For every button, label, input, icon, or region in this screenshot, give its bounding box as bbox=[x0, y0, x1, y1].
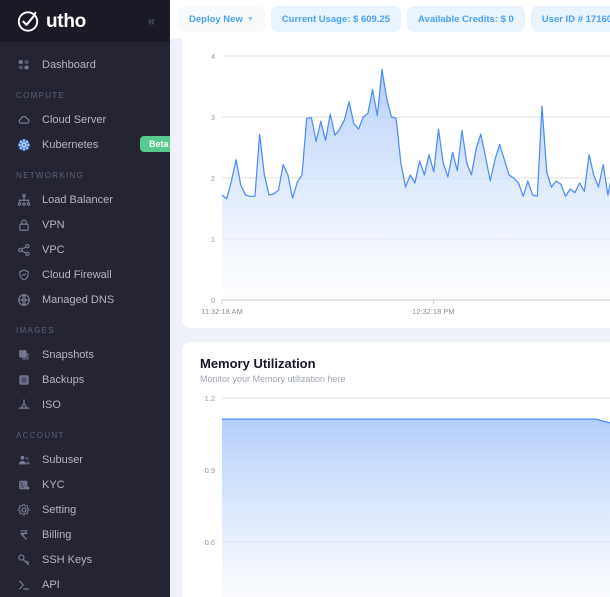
sidebar-section-label-networking: NETWORKING bbox=[16, 171, 85, 180]
svg-text:1.2: 1.2 bbox=[205, 394, 215, 403]
share-nodes-icon bbox=[16, 242, 31, 257]
sidebar-item-api[interactable]: API bbox=[0, 572, 170, 597]
svg-text:2: 2 bbox=[211, 174, 215, 183]
app-root: utho « Dashboard COMPUTE Cloud Server Kuber… bbox=[0, 0, 610, 597]
cloud-icon bbox=[16, 112, 31, 127]
memory-card-title: Memory Utilization bbox=[200, 356, 316, 371]
sidebar-item-label: Kubernetes bbox=[42, 138, 99, 151]
beta-badge: Beta bbox=[140, 136, 170, 152]
rupee-icon bbox=[16, 527, 31, 542]
gear-icon bbox=[16, 502, 31, 517]
snapshot-copy-icon bbox=[16, 347, 31, 362]
sidebar-item-load-balancer[interactable]: Load Balancer bbox=[0, 187, 170, 212]
memory-utilization-card: Memory Utilization Monitor your Memory u… bbox=[182, 342, 610, 597]
key-icon bbox=[16, 552, 31, 567]
brand-name: utho bbox=[46, 10, 86, 32]
sidebar: utho « Dashboard COMPUTE Cloud Server Kuber… bbox=[0, 0, 170, 597]
sidebar-item-label: API bbox=[42, 578, 60, 591]
sidebar-item-ssh-keys[interactable]: SSH Keys bbox=[0, 547, 170, 572]
pill-label: Current Usage: $ 609.25 bbox=[281, 13, 391, 25]
terminal-prompt-icon bbox=[16, 577, 31, 592]
topbar-pill-deploy-new[interactable]: Deploy New ▼ bbox=[178, 6, 265, 32]
id-card-icon bbox=[16, 477, 31, 492]
pill-label: Available Credits: $ 0 bbox=[418, 13, 514, 25]
lock-icon bbox=[16, 217, 31, 232]
svg-text:4: 4 bbox=[211, 52, 215, 61]
cpu-utilization-card: 0123411:32:18 AM12:32:18 PM13:32:18 PM bbox=[182, 38, 610, 328]
sidebar-item-kubernetes[interactable]: Kubernetes Beta bbox=[0, 132, 170, 157]
pill-label: Deploy New bbox=[189, 13, 243, 25]
svg-text:11:32:18 AM: 11:32:18 AM bbox=[201, 307, 243, 316]
sidebar-item-label: Setting bbox=[42, 503, 77, 516]
topbar-pill-current-usage-609-25[interactable]: Current Usage: $ 609.25 bbox=[270, 6, 402, 32]
svg-text:3: 3 bbox=[211, 113, 215, 122]
topbar: Deploy New ▼ Current Usage: $ 609.25 Availa… bbox=[170, 0, 610, 38]
main-area: Deploy New ▼ Current Usage: $ 609.25 Availa… bbox=[170, 0, 610, 597]
sidebar-item-kyc[interactable]: KYC bbox=[0, 472, 170, 497]
sidebar-item-dashboard[interactable]: Dashboard bbox=[0, 52, 170, 77]
grid-dashboard-icon bbox=[16, 57, 31, 72]
brand-logo[interactable]: utho bbox=[16, 8, 86, 34]
sidebar-item-label: SSH Keys bbox=[42, 553, 93, 566]
svg-text:12:32:18 PM: 12:32:18 PM bbox=[412, 307, 455, 316]
sidebar-item-label: Subuser bbox=[42, 453, 83, 466]
topbar-pill-user-id-17160[interactable]: User ID # 17160. bbox=[530, 6, 610, 32]
users-icon bbox=[16, 452, 31, 467]
sidebar-item-label: ISO bbox=[42, 398, 61, 411]
sidebar-item-vpc[interactable]: VPC bbox=[0, 237, 170, 262]
sidebar-nav: Dashboard COMPUTE Cloud Server Kubernetes Be… bbox=[0, 42, 170, 597]
svg-text:0.6: 0.6 bbox=[205, 538, 215, 547]
svg-text:0: 0 bbox=[211, 296, 215, 305]
sidebar-item-setting[interactable]: Setting bbox=[0, 497, 170, 522]
sidebar-item-iso[interactable]: ISO bbox=[0, 392, 170, 417]
sidebar-item-managed-dns[interactable]: Managed DNS bbox=[0, 287, 170, 312]
svg-text:0.9: 0.9 bbox=[205, 466, 215, 475]
sidebar-item-snapshots[interactable]: Snapshots bbox=[0, 342, 170, 367]
sidebar-item-backups[interactable]: Backups bbox=[0, 367, 170, 392]
sidebar-item-label: Managed DNS bbox=[42, 293, 115, 306]
sidebar-item-label: Cloud Server bbox=[42, 113, 107, 126]
sidebar-item-label: Load Balancer bbox=[42, 193, 113, 206]
chevron-double-left-icon[interactable]: « bbox=[148, 15, 155, 28]
sidebar-section-label-compute: COMPUTE bbox=[16, 91, 66, 100]
sidebar-item-billing[interactable]: Billing bbox=[0, 522, 170, 547]
memory-card-subtitle: Monitor your Memory utilization here bbox=[200, 374, 346, 384]
backup-box-icon bbox=[16, 372, 31, 387]
load-balancer-icon bbox=[16, 192, 31, 207]
sidebar-item-label: VPN bbox=[42, 218, 65, 231]
content-scroll[interactable]: 0123411:32:18 AM12:32:18 PM13:32:18 PM M… bbox=[170, 38, 610, 597]
sidebar-item-label: KYC bbox=[42, 478, 65, 491]
kubernetes-helm-icon bbox=[16, 137, 31, 152]
sidebar-item-vpn[interactable]: VPN bbox=[0, 212, 170, 237]
sidebar-item-label: Billing bbox=[42, 528, 72, 541]
sidebar-section-label-images: IMAGES bbox=[16, 326, 55, 335]
firewall-shield-icon bbox=[16, 267, 31, 282]
cpu-chart[interactable]: 0123411:32:18 AM12:32:18 PM13:32:18 PM bbox=[182, 38, 610, 328]
topbar-pill-available-credits-0[interactable]: Available Credits: $ 0 bbox=[407, 6, 525, 32]
sidebar-item-cloud-server[interactable]: Cloud Server bbox=[0, 107, 170, 132]
check-circle-logo-icon bbox=[16, 8, 42, 34]
sidebar-item-label: Dashboard bbox=[42, 58, 96, 71]
sidebar-item-subuser[interactable]: Subuser bbox=[0, 447, 170, 472]
sidebar-item-label: Cloud Firewall bbox=[42, 268, 112, 281]
sidebar-item-label: VPC bbox=[42, 243, 65, 256]
chevron-down-icon: ▼ bbox=[246, 15, 254, 23]
globe-icon bbox=[16, 292, 31, 307]
sidebar-item-label: Snapshots bbox=[42, 348, 94, 361]
pill-label: User ID # 17160. bbox=[541, 13, 610, 25]
sidebar-item-label: Backups bbox=[42, 373, 85, 386]
sidebar-section-label-account: ACCOUNT bbox=[16, 431, 65, 440]
memory-chart[interactable]: 0.6 0.9 1.2 bbox=[182, 384, 610, 597]
sidebar-header: utho « bbox=[0, 0, 170, 42]
sidebar-item-cloud-firewall[interactable]: Cloud Firewall bbox=[0, 262, 170, 287]
svg-text:1: 1 bbox=[211, 235, 215, 244]
iso-disc-icon bbox=[16, 397, 31, 412]
